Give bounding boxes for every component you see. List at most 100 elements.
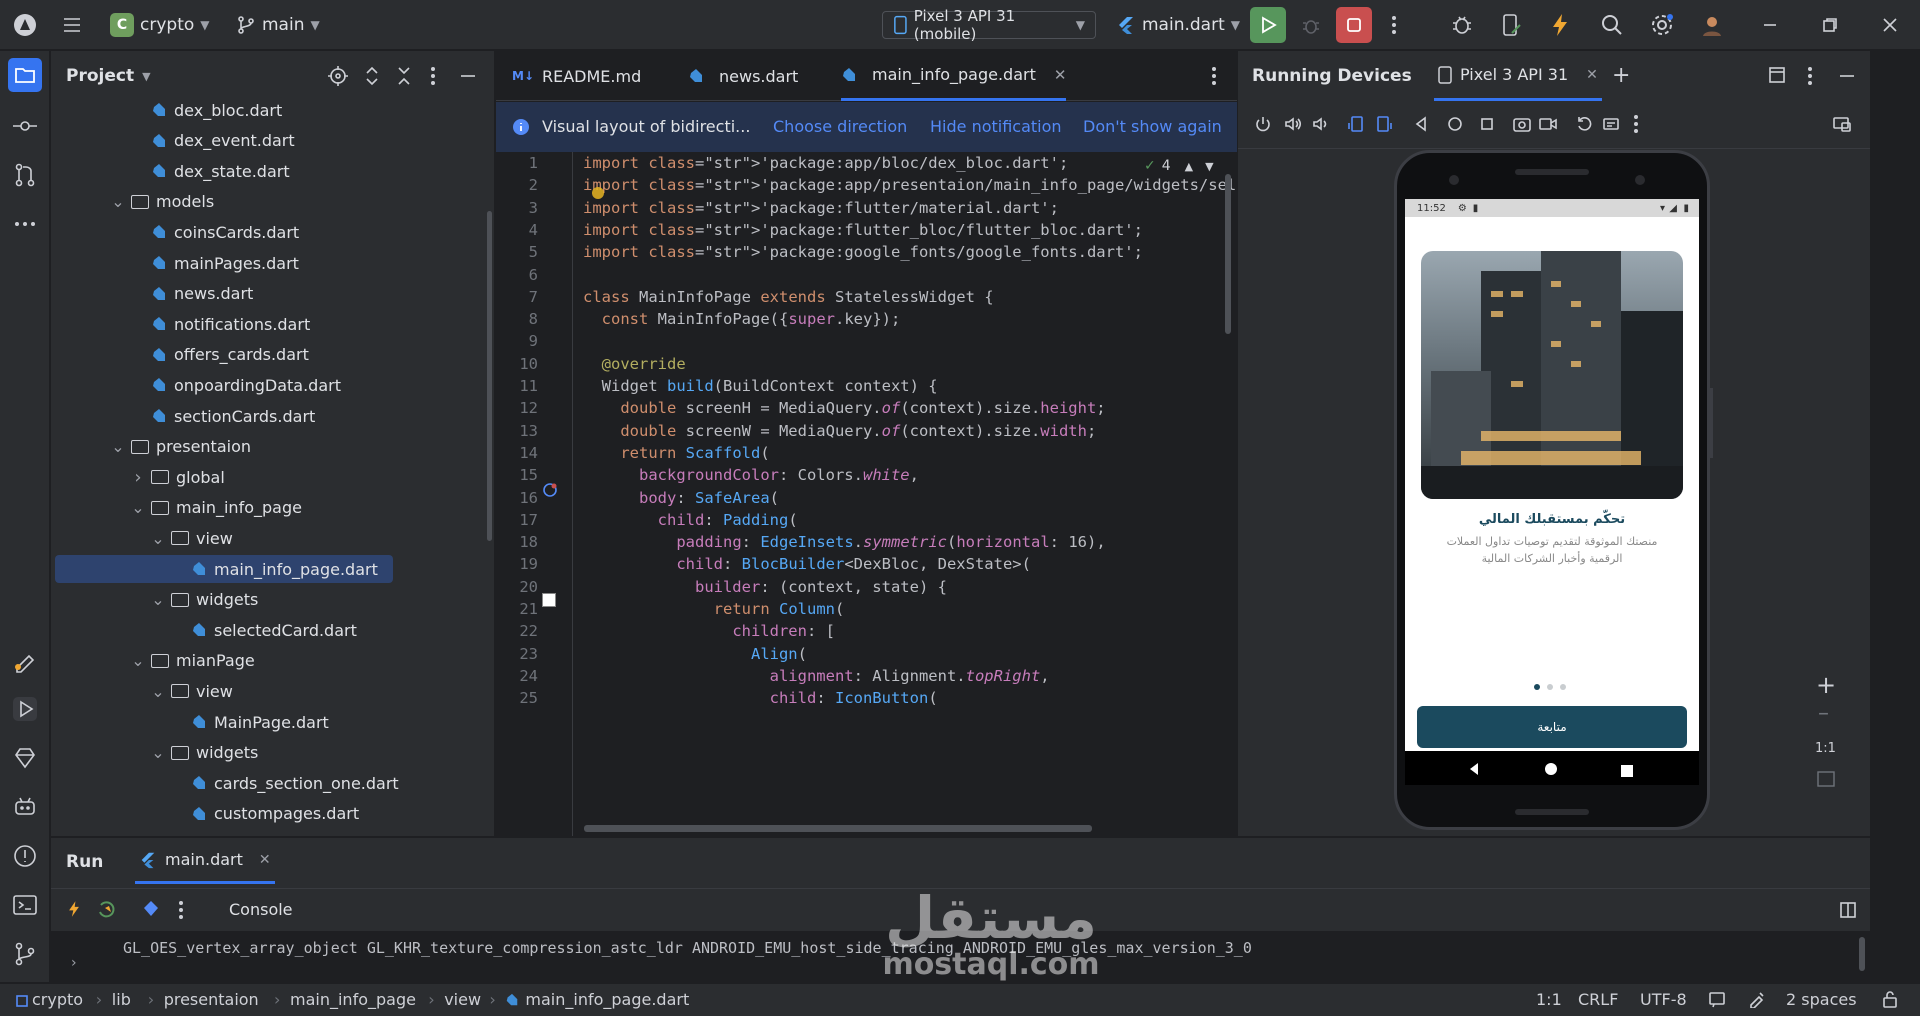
tree-folder-item[interactable]: ⌄ presentaion [51,433,251,461]
lightbulb-icon[interactable] [592,187,604,199]
overview-icon[interactable] [1478,115,1496,137]
inspection-icon[interactable] [1748,990,1766,1012]
rotate-left-icon[interactable] [1348,115,1366,137]
override-gutter-icon[interactable] [542,482,558,502]
search-icon[interactable] [1600,11,1624,39]
color-swatch-icon[interactable] [542,593,556,607]
pull-requests-icon[interactable] [12,162,38,188]
lock-icon[interactable] [1882,990,1898,1012]
chevron-right-icon[interactable]: › [131,467,145,488]
reset-icon[interactable] [1576,115,1594,137]
tree-folder-item[interactable]: ⌄ mianPage [51,647,254,675]
console-scrollbar[interactable] [1859,937,1865,971]
close-window-icon[interactable] [1882,11,1898,39]
hot-restart-icon[interactable] [97,899,117,923]
hide-panel-icon[interactable] [1838,65,1856,92]
main-menu-icon[interactable] [60,11,84,39]
chevron-down-icon[interactable]: ▼ [142,70,150,83]
more-actions-icon[interactable] [1390,11,1398,39]
git-icon[interactable] [12,941,38,967]
run-button[interactable] [1250,7,1286,43]
layout-icon[interactable] [1839,901,1857,923]
chevron-down-icon[interactable]: ▼ [1205,160,1213,173]
choose-direction-link[interactable]: Choose direction [773,117,907,136]
device-selector[interactable]: Pixel 3 API 31 (mobile) ▼ [882,7,1096,43]
tree-folder-item[interactable]: ⌄ widgets [51,586,258,614]
stop-button[interactable] [1336,7,1372,43]
problems-icon[interactable] [12,843,38,869]
zoom-in-icon[interactable]: + [1816,671,1836,699]
chevron-down-icon[interactable]: ⌄ [131,651,145,670]
chevron-down-icon[interactable]: ⌄ [151,682,165,701]
page-dot[interactable] [1547,684,1553,690]
hide-notification-link[interactable]: Hide notification [930,117,1062,136]
chevron-down-icon[interactable]: ⌄ [111,192,125,211]
locate-file-icon[interactable] [327,65,349,92]
project-panel-title[interactable]: Project [66,66,134,86]
inspection-widget[interactable]: ✓ 4 ▲ ▼ [1144,158,1214,174]
hot-reload-icon[interactable] [1550,11,1570,39]
console-output[interactable]: GL_OES_vertex_array_object GL_KHR_textur… [51,931,1870,983]
device-manager-icon[interactable] [1500,11,1522,39]
tree-folder-item[interactable]: ⌄ models [51,188,214,216]
tree-folder-item[interactable]: ⌄ main_info_page [51,494,302,522]
tab-readme[interactable]: M↓ README.md [512,51,641,101]
avatar[interactable] [1700,11,1724,39]
line-separator[interactable]: CRLF [1578,990,1618,1009]
add-device-icon[interactable]: + [1612,63,1630,88]
vertical-scrollbar[interactable] [1225,174,1231,334]
power-icon[interactable] [1254,115,1272,137]
mirroring-icon[interactable] [1832,115,1852,137]
breadcrumb-item[interactable]: lib [112,990,131,1009]
android-logcat-icon[interactable] [12,794,38,820]
tree-file-item[interactable]: custompages.dart [51,800,359,828]
file-encoding[interactable]: UTF-8 [1640,990,1687,1009]
zoom-out-icon[interactable]: – [1818,701,1829,726]
options-icon[interactable] [1632,113,1640,139]
chevron-down-icon[interactable]: ⌄ [151,529,165,548]
tree-file-item[interactable]: news.dart [51,280,253,308]
close-tab-icon[interactable]: ✕ [1586,67,1598,83]
app-logo-icon[interactable] [12,11,38,39]
debug-icon[interactable] [1300,11,1322,39]
indent-setting[interactable]: 2 spaces [1786,990,1857,1009]
breadcrumb-item[interactable]: presentaion [164,990,259,1009]
breadcrumb-item[interactable]: crypto [32,990,83,1009]
chevron-down-icon[interactable]: ⌄ [111,437,125,456]
tree-file-item[interactable]: coinsCards.dart [51,218,299,246]
flutter-inspector-icon[interactable] [12,647,38,673]
tree-file-item[interactable]: selectedCard.dart [51,616,357,644]
breadcrumb-item[interactable]: view [444,990,481,1009]
chevron-down-icon[interactable]: ⌄ [151,590,165,609]
attach-debugger-icon[interactable] [1450,11,1474,39]
close-tab-icon[interactable]: ✕ [1054,66,1067,84]
devtools-icon[interactable] [141,899,161,923]
tree-file-item[interactable]: cards_section_one.dart [51,769,399,797]
chevron-down-icon[interactable]: ⌄ [151,743,165,762]
horizontal-scrollbar[interactable] [584,825,1092,832]
tree-file-item[interactable]: sectionCards.dart [51,402,315,430]
tree-file-item[interactable]: main_info_page.dart [55,555,393,583]
volume-up-icon[interactable] [1284,115,1302,137]
branch-selector[interactable]: main ▼ [236,11,320,39]
fit-screen-icon[interactable] [1817,771,1835,791]
page-dot-active[interactable] [1534,684,1540,690]
settings-gear-icon[interactable] [1650,11,1674,39]
gem-icon[interactable] [12,745,38,771]
chevron-down-icon[interactable]: ⌄ [131,498,145,517]
tree-file-item[interactable]: dex_state.dart [51,157,290,185]
home-icon[interactable] [1446,115,1464,137]
chevron-up-icon[interactable]: ▲ [1185,160,1193,173]
run-config-tab[interactable]: main.dart ✕ [135,838,275,884]
caret-position[interactable]: 1:1 [1536,990,1562,1009]
tab-options-icon[interactable] [1210,65,1218,91]
hide-panel-icon[interactable] [459,65,477,92]
tree-file-item[interactable]: notifications.dart [51,310,310,338]
run-tab[interactable]: Run [66,852,103,872]
tree-file-item[interactable]: mainPages.dart [51,249,299,277]
project-tool-icon[interactable] [8,58,42,92]
tree-scrollbar[interactable] [487,211,492,541]
screen-record-icon[interactable] [1538,115,1558,137]
commit-tool-icon[interactable] [12,113,38,139]
layout-icon[interactable] [1768,66,1786,89]
